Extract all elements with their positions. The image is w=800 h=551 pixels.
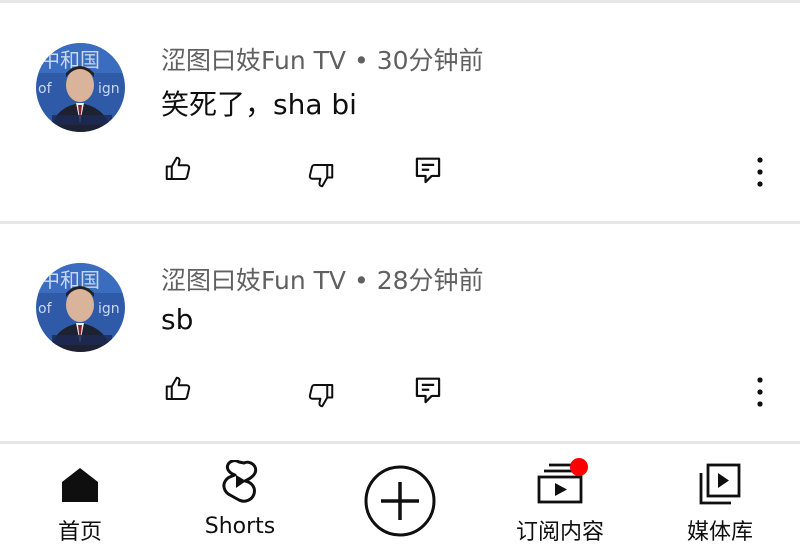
- thumbs-up-icon: [165, 376, 191, 400]
- nav-create[interactable]: [320, 444, 480, 551]
- thumbs-down-icon: [308, 164, 334, 188]
- create-plus-icon: [364, 465, 436, 537]
- reply-comment-icon: [415, 377, 441, 404]
- more-options-button[interactable]: [748, 375, 772, 409]
- meta-separator: •: [353, 266, 369, 295]
- comment-time: 28分钟前: [376, 266, 484, 295]
- nav-shorts-label: Shorts: [204, 514, 276, 539]
- comment-item: 中和国 of ign 涩图曰妓Fun TV • 28分钟前 sb: [0, 223, 800, 441]
- comment-text: 笑死了，sha bi: [161, 88, 357, 121]
- nav-shorts[interactable]: Shorts: [160, 444, 320, 551]
- like-button[interactable]: [160, 151, 196, 187]
- like-button[interactable]: [160, 371, 196, 407]
- comment-item: 中和国 of ign 涩图曰妓Fun TV • 30分钟前 笑死了，sha bi: [0, 3, 800, 221]
- nav-library[interactable]: 媒体库: [640, 444, 800, 551]
- svg-text:中和国: 中和国: [40, 268, 100, 292]
- bottom-navigation: 首页 Shorts 订阅内容 媒体库: [0, 444, 800, 551]
- thumbs-down-icon: [308, 384, 334, 408]
- comment-meta: 涩图曰妓Fun TV • 30分钟前: [161, 41, 484, 77]
- nav-home-label: 首页: [57, 520, 102, 545]
- library-icon: [699, 463, 741, 505]
- home-icon: [62, 468, 98, 502]
- svg-text:ign: ign: [98, 81, 120, 97]
- dislike-button[interactable]: [303, 157, 339, 193]
- meta-separator: •: [353, 46, 369, 75]
- svg-text:of: of: [38, 301, 53, 317]
- comment-author[interactable]: 涩图曰妓Fun TV: [161, 46, 346, 75]
- more-vertical-icon: [757, 377, 763, 407]
- reply-comment-icon: [415, 157, 441, 184]
- comment-time: 30分钟前: [376, 46, 484, 75]
- dislike-button[interactable]: [303, 377, 339, 413]
- nav-library-label: 媒体库: [686, 520, 753, 545]
- avatar[interactable]: 中和国 of ign: [36, 43, 125, 132]
- comment-text: sb: [161, 303, 194, 336]
- avatar[interactable]: 中和国 of ign: [36, 263, 125, 352]
- reply-button[interactable]: [410, 153, 446, 189]
- comment-author[interactable]: 涩图曰妓Fun TV: [161, 266, 346, 295]
- more-vertical-icon: [757, 157, 763, 187]
- reply-button[interactable]: [410, 373, 446, 409]
- nav-subscriptions-label: 订阅内容: [515, 520, 604, 545]
- shorts-icon: [222, 460, 258, 503]
- notification-badge: [570, 458, 588, 476]
- nav-subscriptions[interactable]: 订阅内容: [480, 444, 640, 551]
- comment-meta: 涩图曰妓Fun TV • 28分钟前: [161, 261, 484, 297]
- svg-text:ign: ign: [98, 301, 120, 317]
- thumbs-up-icon: [165, 156, 191, 180]
- svg-text:of: of: [38, 81, 53, 97]
- more-options-button[interactable]: [748, 155, 772, 189]
- svg-text:中和国: 中和国: [40, 48, 100, 72]
- nav-home[interactable]: 首页: [0, 444, 160, 551]
